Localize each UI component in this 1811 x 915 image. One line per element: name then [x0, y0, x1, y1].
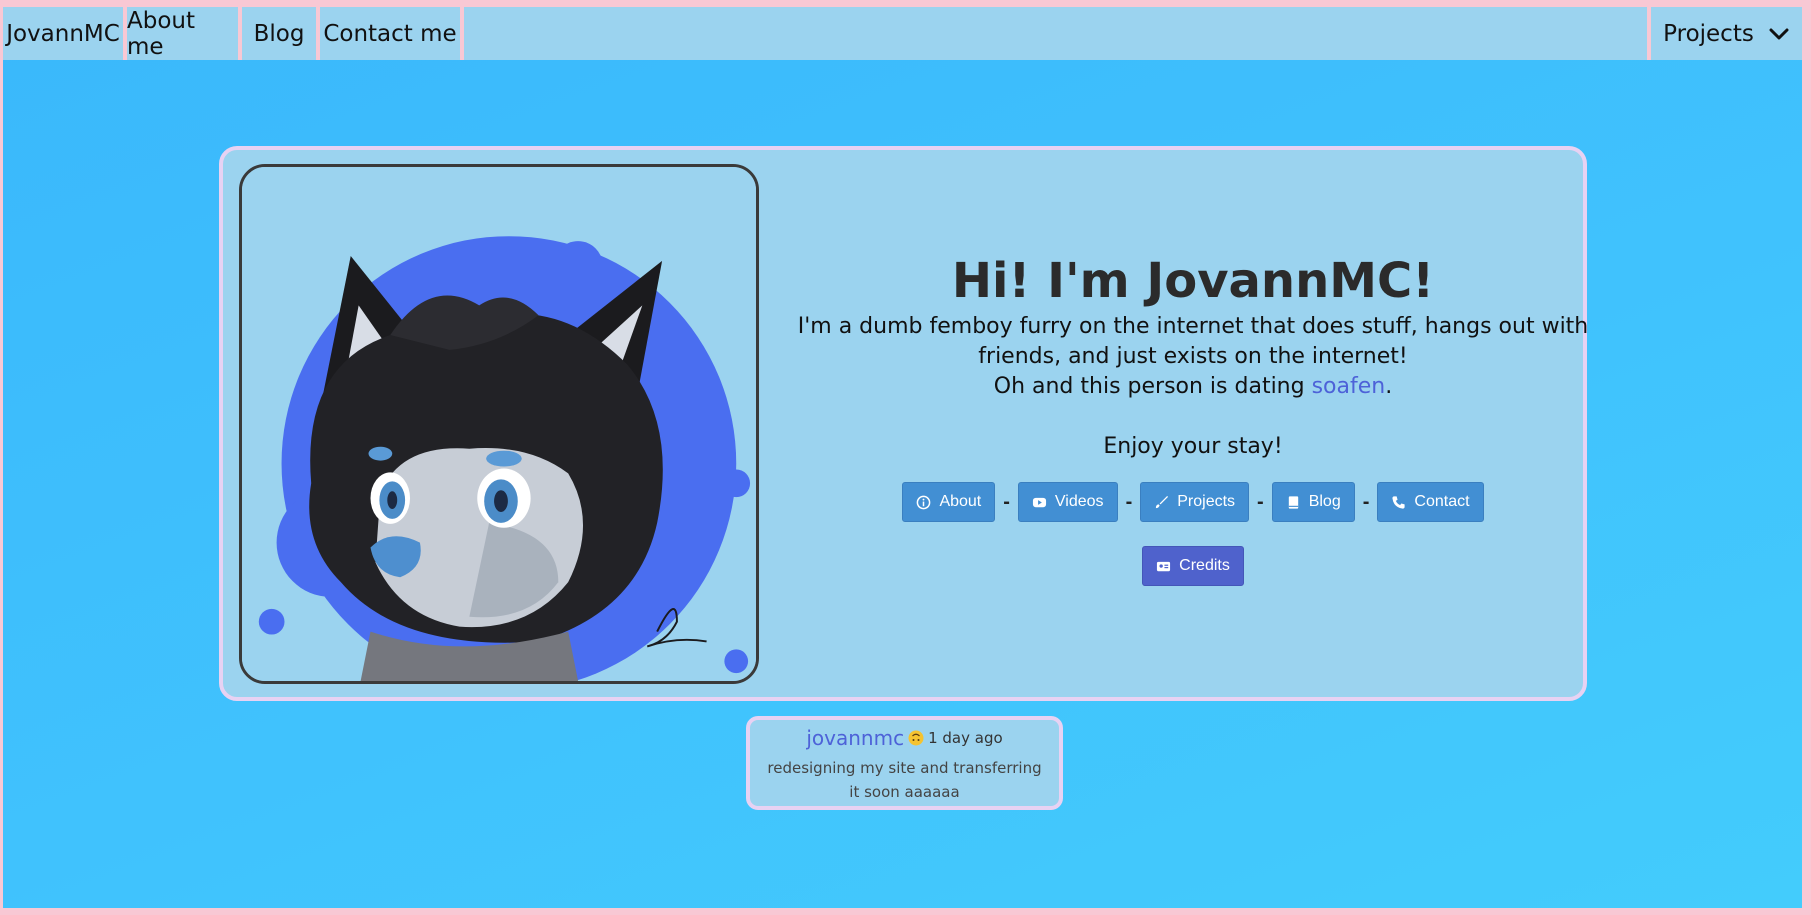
about-button[interactable]: About	[902, 482, 996, 522]
page-background: JovannMC About me Blog Contact me Projec…	[3, 7, 1802, 908]
wolf-avatar-illustration	[242, 167, 756, 681]
videos-button-label: Videos	[1054, 493, 1104, 510]
hero-dating-line: Oh and this person is dating soafen.	[793, 372, 1593, 402]
hero-description: I'm a dumb femboy furry on the internet …	[797, 314, 1589, 369]
chevron-down-icon	[1769, 28, 1789, 39]
videos-button[interactable]: Videos	[1017, 482, 1118, 522]
button-separator: -	[1125, 490, 1133, 513]
button-separator: -	[1362, 490, 1370, 513]
hero-card: Hi! I'm JovannMC! I'm a dumb femboy furr…	[219, 146, 1588, 701]
blog-button-label: Blog	[1308, 493, 1341, 510]
book-icon	[1288, 495, 1298, 509]
greeting-text: Enjoy your stay!	[1103, 434, 1283, 459]
credits-button-label: Credits	[1179, 557, 1230, 574]
dating-prefix: Oh and this person is dating	[993, 374, 1312, 399]
hero-button-row: About - Videos - Projects - Blog - Conta…	[793, 482, 1593, 522]
brush-icon	[1156, 495, 1169, 508]
top-navbar: JovannMC About me Blog Contact me Projec…	[3, 7, 1802, 60]
nav-item-about-me[interactable]: About me	[127, 7, 242, 60]
button-separator: -	[1003, 490, 1010, 513]
upside-down-face-emoji-icon	[908, 730, 924, 746]
status-username-link[interactable]: jovannmc	[806, 726, 904, 750]
phone-icon	[1392, 495, 1405, 509]
projects-button[interactable]: Projects	[1140, 482, 1250, 522]
avatar-image	[239, 164, 759, 684]
soafen-link[interactable]: soafen	[1312, 374, 1386, 399]
info-icon	[917, 495, 931, 509]
projects-dropdown-label: Projects	[1663, 20, 1754, 47]
nav-brand[interactable]: JovannMC	[3, 7, 127, 60]
contact-button-label: Contact	[1414, 493, 1470, 510]
youtube-icon	[1032, 497, 1046, 507]
projects-dropdown[interactable]: Projects	[1647, 7, 1802, 60]
id-card-icon	[1157, 561, 1171, 571]
credits-button[interactable]: Credits	[1142, 546, 1244, 586]
nav-item-blog[interactable]: Blog	[242, 7, 320, 60]
status-message: redesigning my site and transferring it …	[767, 759, 1042, 801]
blog-button[interactable]: Blog	[1271, 482, 1355, 522]
about-button-label: About	[939, 493, 982, 510]
contact-button[interactable]: Contact	[1377, 482, 1484, 522]
page-title: Hi! I'm JovannMC!	[951, 253, 1435, 309]
hero-text: Hi! I'm JovannMC! I'm a dumb femboy furr…	[793, 250, 1593, 586]
projects-button-label: Projects	[1177, 493, 1236, 510]
dating-suffix: .	[1385, 374, 1393, 399]
status-timestamp: 1 day ago	[928, 729, 1003, 747]
nav-item-contact-me[interactable]: Contact me	[320, 7, 464, 60]
status-card: jovannmc 1 day ago redesigning my site a…	[746, 716, 1063, 810]
status-header: jovannmc 1 day ago	[750, 726, 1059, 750]
button-separator: -	[1257, 490, 1264, 513]
